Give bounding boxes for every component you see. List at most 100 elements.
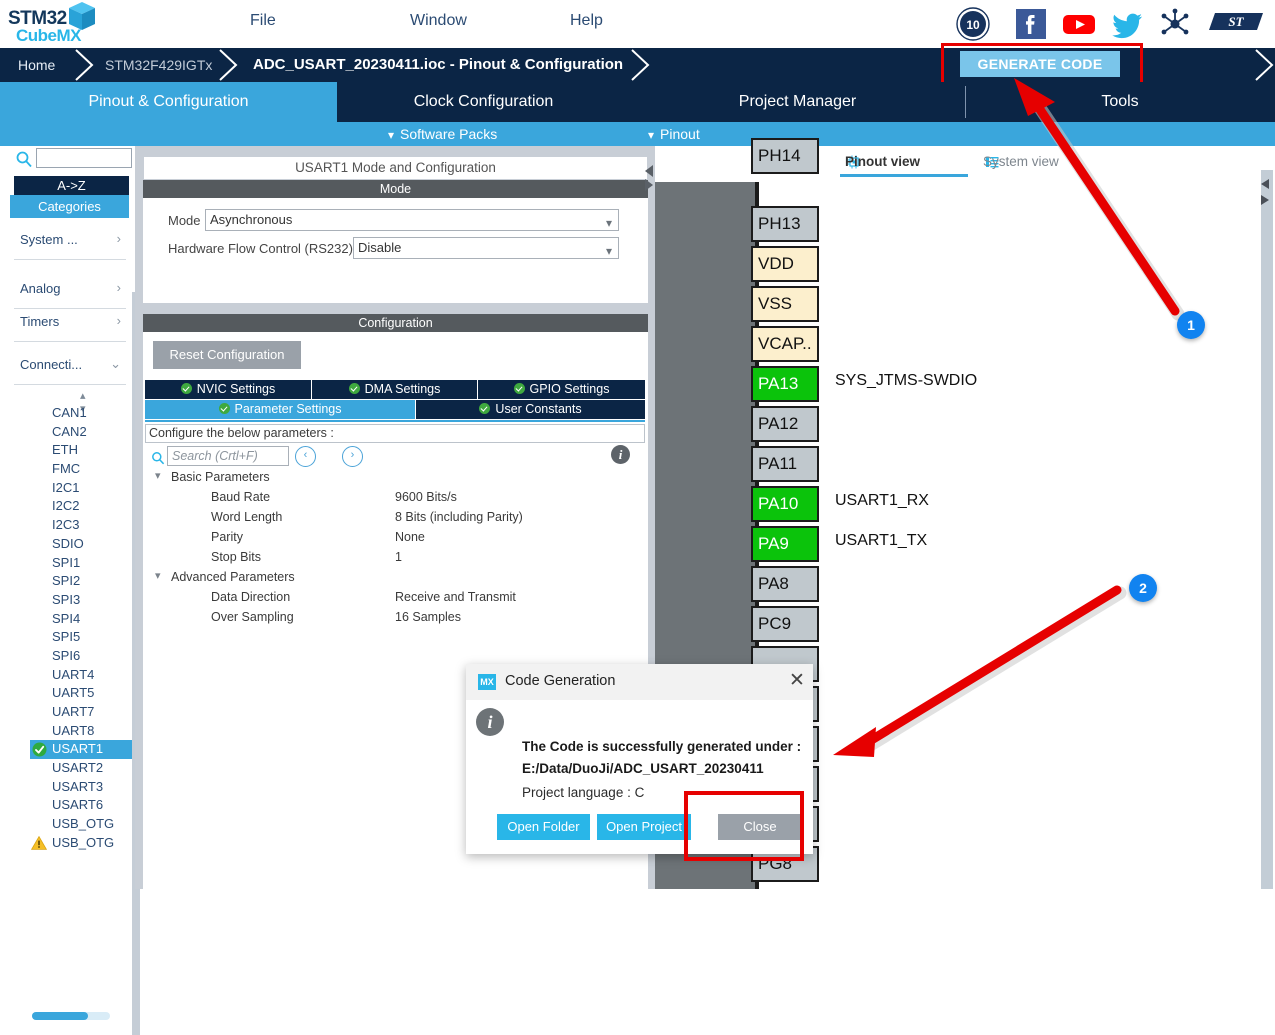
sidebar-group-system[interactable]: System ... › xyxy=(14,226,126,260)
parameter-row[interactable]: Over Sampling 16 Samples xyxy=(143,608,646,628)
tab-nvic-settings[interactable]: NVIC Settings xyxy=(145,380,312,399)
tab-parameter-settings[interactable]: Parameter Settings xyxy=(145,400,415,419)
peripheral-item-i2c2[interactable]: I2C2 xyxy=(30,497,135,516)
twitter-icon[interactable] xyxy=(1109,6,1145,42)
tab-project-manager[interactable]: Project Manager xyxy=(630,82,965,122)
tab-user-constants[interactable]: User Constants xyxy=(416,400,645,419)
breadcrumb-mcu[interactable]: STM32F429IGTx xyxy=(105,48,212,82)
youtube-icon[interactable] xyxy=(1061,6,1097,42)
parameter-value[interactable]: 9600 Bits/s xyxy=(395,490,457,504)
pinout-dropdown[interactable]: ▾ Pinout xyxy=(648,122,700,146)
parameter-search-prev-button[interactable]: ‹ xyxy=(295,446,316,467)
peripheral-item-spi3[interactable]: SPI3 xyxy=(30,591,135,610)
tab-pinout-configuration[interactable]: Pinout & Configuration xyxy=(0,82,337,122)
search-icon[interactable] xyxy=(15,150,33,168)
peripheral-item-spi4[interactable]: SPI4 xyxy=(30,610,135,629)
parameter-row[interactable]: Stop Bits 1 xyxy=(143,548,646,568)
peripheral-item-usart1[interactable]: USART1 xyxy=(30,740,132,760)
peripheral-item-usb-otg-2[interactable]: USB_OTG xyxy=(30,834,135,853)
mode-select[interactable]: Asynchronous ▾ xyxy=(205,209,619,231)
peripheral-item-usart2[interactable]: USART2 xyxy=(30,759,135,778)
menu-file[interactable]: File xyxy=(250,12,276,30)
chevron-down-icon[interactable]: ▾ xyxy=(155,469,161,482)
peripheral-item-spi6[interactable]: SPI6 xyxy=(30,647,135,666)
panel-collapse-left-icon[interactable] xyxy=(644,164,654,178)
pin-pa9[interactable]: PA9 xyxy=(751,526,819,562)
pin-vcap[interactable]: VCAP.. xyxy=(751,326,819,362)
share-network-icon[interactable] xyxy=(1157,6,1193,42)
parameter-value[interactable]: 1 xyxy=(395,550,402,564)
peripheral-item-spi2[interactable]: SPI2 xyxy=(30,572,135,591)
info-icon[interactable]: i xyxy=(611,445,630,464)
peripheral-item-i2c1[interactable]: I2C1 xyxy=(30,479,135,498)
peripheral-item-usart3[interactable]: USART3 xyxy=(30,778,135,797)
pin-pa8[interactable]: PA8 xyxy=(751,566,819,602)
parameter-group-row[interactable]: ▾ Advanced Parameters xyxy=(143,568,646,588)
parameter-row[interactable]: Parity None xyxy=(143,528,646,548)
pin-ph13[interactable]: PH13 xyxy=(751,206,819,242)
peripheral-item-can2[interactable]: CAN2 xyxy=(30,423,135,442)
pin-pa13[interactable]: PA13 xyxy=(751,366,819,402)
pin-pa12[interactable]: PA12 xyxy=(751,406,819,442)
tab-dma-settings[interactable]: DMA Settings xyxy=(312,380,478,399)
hardware-flow-control-select[interactable]: Disable ▾ xyxy=(353,237,619,259)
10-years-badge-icon[interactable]: 10 xyxy=(955,6,991,42)
parameter-row[interactable]: Word Length 8 Bits (including Parity) xyxy=(143,508,646,528)
peripheral-item-uart4[interactable]: UART4 xyxy=(30,666,135,685)
sidebar-group-analog[interactable]: Analog › xyxy=(14,275,126,309)
close-icon[interactable]: ✕ xyxy=(786,670,808,692)
pin-pa10[interactable]: PA10 xyxy=(751,486,819,522)
parameter-value[interactable]: 16 Samples xyxy=(395,610,461,624)
menu-window[interactable]: Window xyxy=(410,12,467,30)
tab-pinout-view[interactable]: Pinout view xyxy=(845,154,920,169)
pin-vdd[interactable]: VDD xyxy=(751,246,819,282)
pin-pa11[interactable]: PA11 xyxy=(751,446,819,482)
facebook-icon[interactable] xyxy=(1013,6,1049,42)
generate-code-button[interactable]: GENERATE CODE xyxy=(960,51,1120,77)
parameter-group-row[interactable]: ▾ Basic Parameters xyxy=(143,468,646,488)
peripheral-item-eth[interactable]: ETH xyxy=(30,441,135,460)
software-packs-dropdown[interactable]: ▾ Software Packs xyxy=(388,122,497,146)
sidebar-group-connectivity[interactable]: Connecti... ⌄ xyxy=(14,351,126,385)
parameter-row[interactable]: Baud Rate 9600 Bits/s xyxy=(143,488,646,508)
tab-gpio-settings[interactable]: GPIO Settings xyxy=(478,380,645,399)
peripheral-item-uart7[interactable]: UART7 xyxy=(30,703,135,722)
tab-clock-configuration[interactable]: Clock Configuration xyxy=(337,82,630,122)
open-folder-button[interactable]: Open Folder xyxy=(497,814,590,840)
open-project-button[interactable]: Open Project xyxy=(597,814,691,842)
tab-system-view[interactable]: System view xyxy=(983,154,1059,169)
tab-tools[interactable]: Tools xyxy=(965,82,1275,122)
peripheral-item-can1[interactable]: CAN1 xyxy=(30,404,135,423)
scroll-left-arrow-icon[interactable] xyxy=(1259,178,1271,190)
pinout-vertical-scrollbar[interactable] xyxy=(1261,170,1273,889)
search-icon[interactable] xyxy=(151,451,165,465)
chevron-down-icon[interactable]: ▾ xyxy=(155,569,161,582)
pin-pc9[interactable]: PC9 xyxy=(751,606,819,642)
scroll-right-arrow-icon[interactable] xyxy=(1259,194,1271,206)
sidebar-horizontal-scrollbar[interactable] xyxy=(32,1012,110,1020)
parameter-search-input[interactable]: Search (Crtl+F) xyxy=(167,446,289,466)
peripheral-item-fmc[interactable]: FMC xyxy=(30,460,135,479)
parameter-value[interactable]: 8 Bits (including Parity) xyxy=(395,510,523,524)
parameter-row[interactable]: Data Direction Receive and Transmit xyxy=(143,588,646,608)
peripheral-item-sdio[interactable]: SDIO xyxy=(30,535,135,554)
peripheral-item-usb-otg[interactable]: USB_OTG xyxy=(30,815,135,834)
sidebar-search-input[interactable] xyxy=(36,148,132,168)
parameter-value[interactable]: Receive and Transmit xyxy=(395,590,516,604)
peripheral-item-usart6[interactable]: USART6 xyxy=(30,796,135,815)
sidebar-categories-button[interactable]: Categories xyxy=(10,195,129,218)
peripheral-item-spi1[interactable]: SPI1 xyxy=(30,554,135,573)
peripheral-item-spi5[interactable]: SPI5 xyxy=(30,628,135,647)
menu-help[interactable]: Help xyxy=(570,12,603,30)
panel-left-handle[interactable] xyxy=(135,146,140,889)
parameter-value[interactable]: None xyxy=(395,530,425,544)
st-logo-icon[interactable]: ST xyxy=(1205,8,1267,38)
peripheral-item-i2c3[interactable]: I2C3 xyxy=(30,516,135,535)
parameter-search-next-button[interactable]: › xyxy=(342,446,363,467)
sidebar-az-button[interactable]: A->Z xyxy=(14,176,129,195)
reset-configuration-button[interactable]: Reset Configuration xyxy=(153,341,301,369)
panel-expand-right-icon[interactable] xyxy=(644,178,654,192)
pin-ph14[interactable]: PH14 xyxy=(751,138,819,174)
peripheral-item-uart8[interactable]: UART8 xyxy=(30,722,135,741)
pin-vss[interactable]: VSS xyxy=(751,286,819,322)
